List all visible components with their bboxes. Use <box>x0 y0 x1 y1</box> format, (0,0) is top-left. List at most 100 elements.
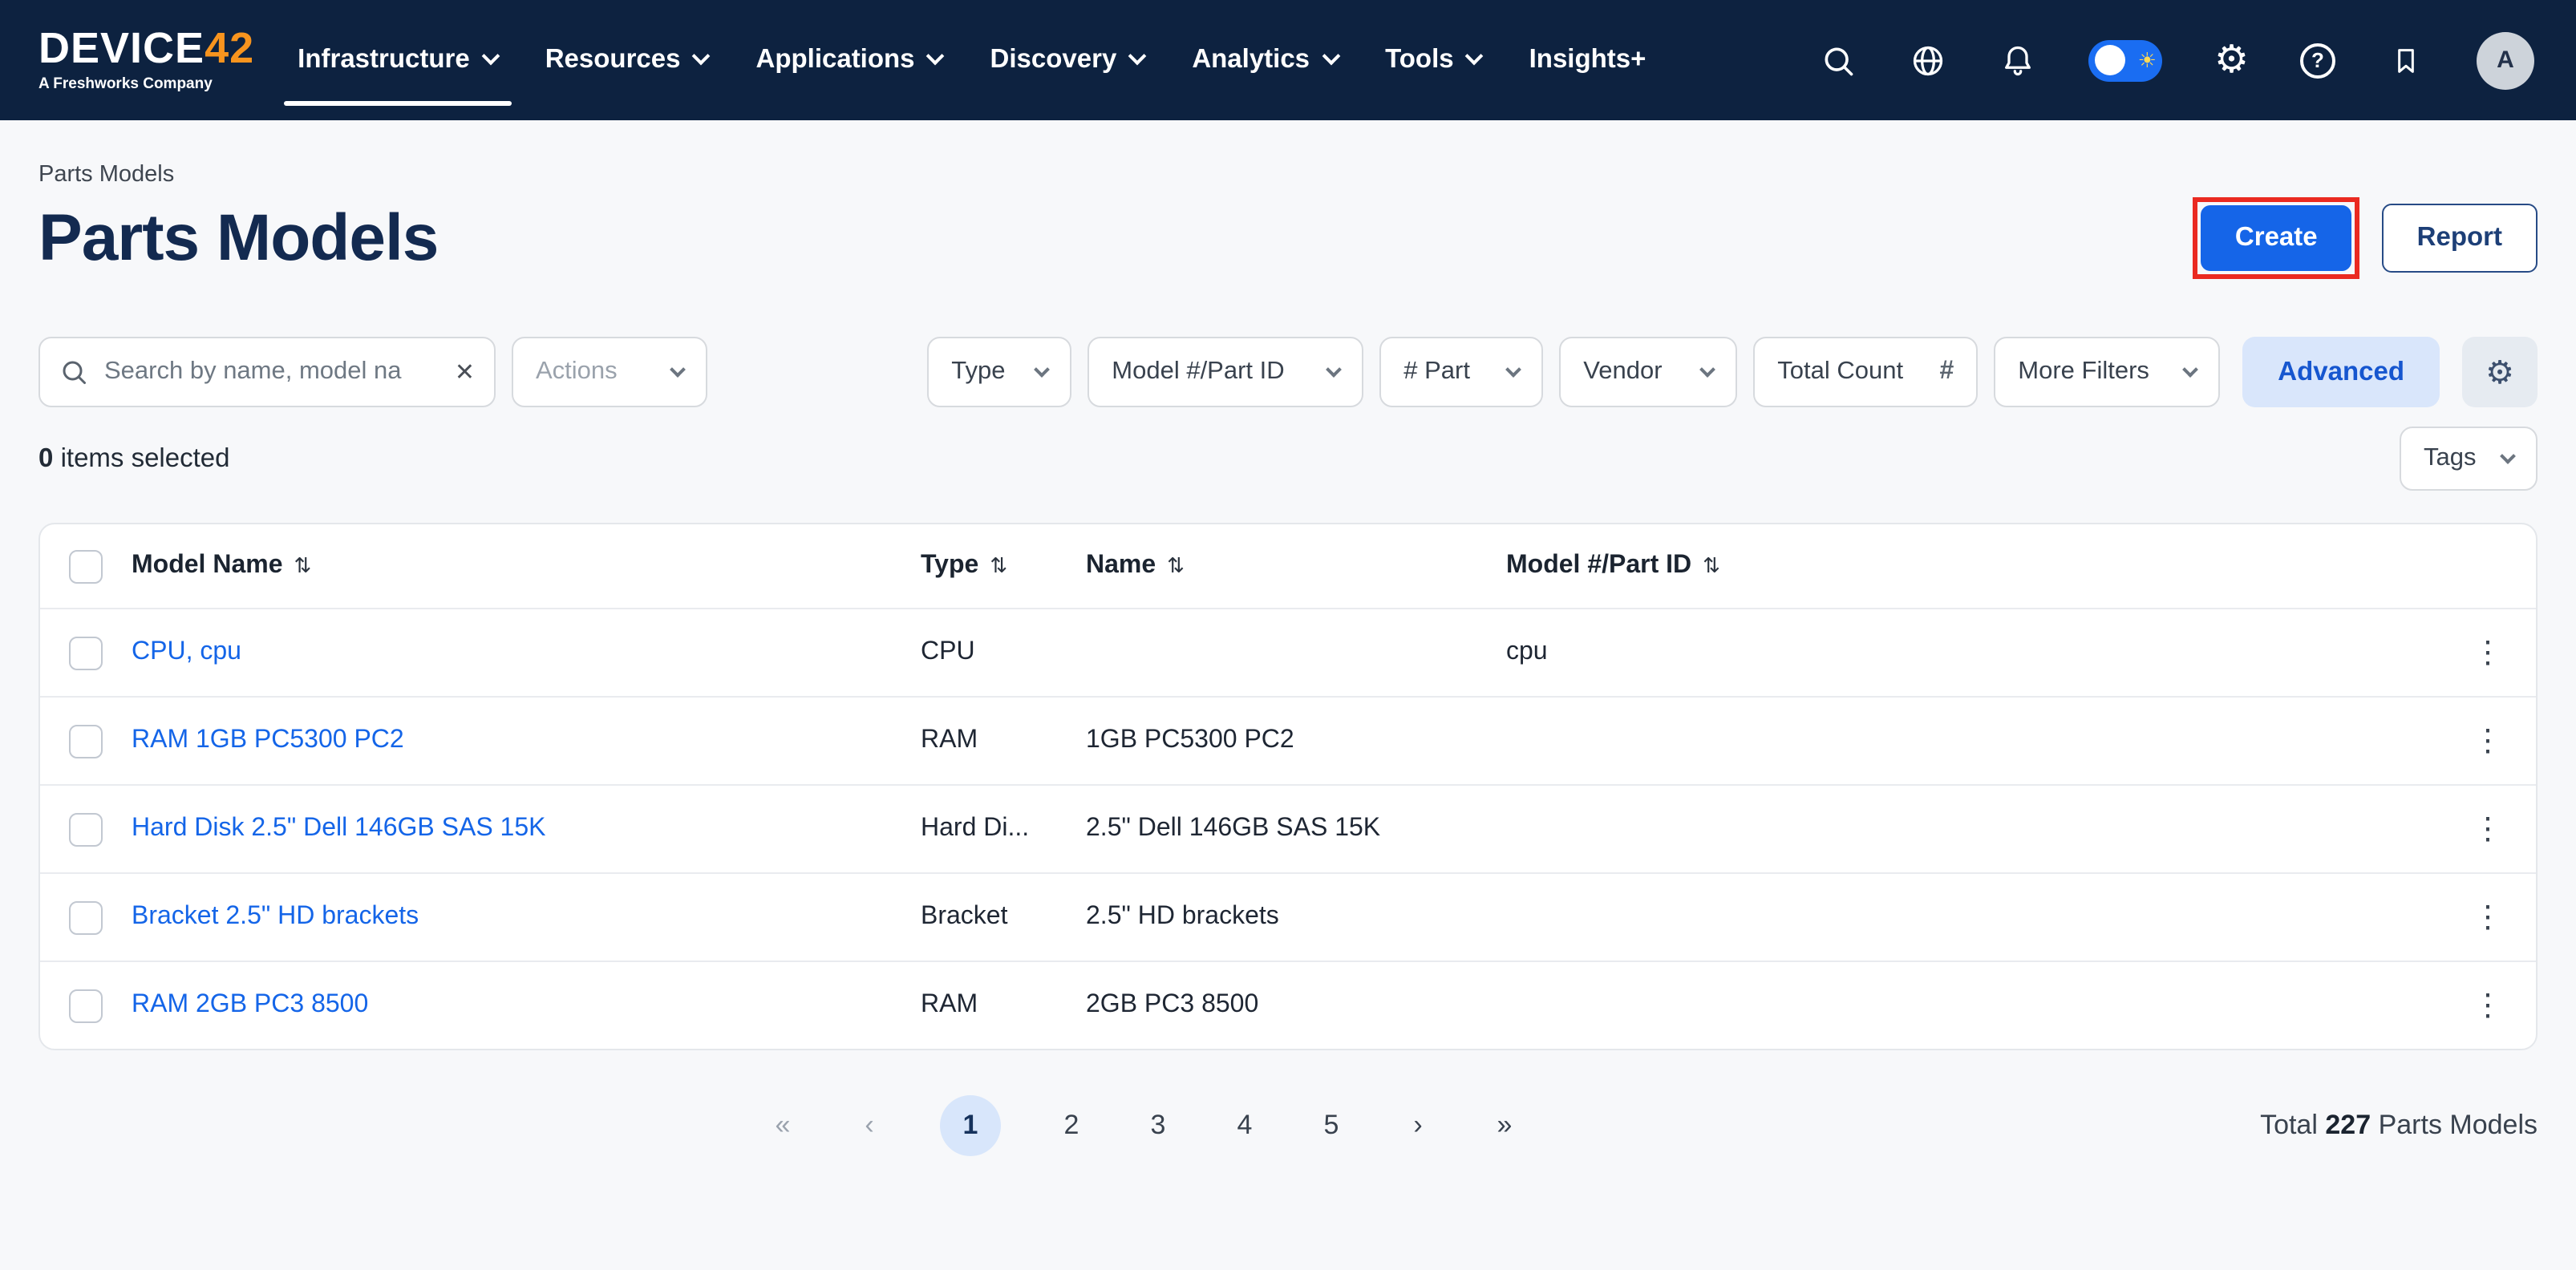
prev-page-button[interactable]: ‹ <box>853 1110 885 1142</box>
theme-toggle[interactable]: ☀ <box>2089 39 2163 81</box>
create-button[interactable]: Create <box>2201 205 2351 271</box>
globe-icon[interactable] <box>1910 41 1948 79</box>
search-input[interactable] <box>101 356 442 388</box>
table-row: RAM 2GB PC3 8500 RAM 2GB PC3 8500 ⋮ <box>40 961 2536 1049</box>
nav-label: Analytics <box>1192 45 1310 75</box>
nav-analytics[interactable]: Analytics <box>1168 0 1361 120</box>
actions-dropdown[interactable]: Actions <box>512 337 707 407</box>
pagination: « ‹ 1 2 3 4 5 › » <box>767 1095 1521 1156</box>
name-cell: 1GB PC5300 PC2 <box>1086 726 1506 755</box>
user-avatar[interactable]: A <box>2477 31 2534 89</box>
name-cell: 2.5" HD brackets <box>1086 903 1506 932</box>
total-count-text: Total 227 Parts Models <box>2260 1110 2538 1142</box>
page-2-button[interactable]: 2 <box>1055 1110 1088 1142</box>
model-name-link[interactable]: RAM 2GB PC3 8500 <box>132 991 921 1020</box>
report-button[interactable]: Report <box>2382 204 2538 273</box>
page-1-button[interactable]: 1 <box>940 1095 1001 1156</box>
chevron-down-icon <box>692 47 711 66</box>
main-nav: Infrastructure Resources Applications Di… <box>273 0 1670 120</box>
help-icon[interactable]: ? <box>2300 42 2335 78</box>
chevron-down-icon <box>1465 47 1484 66</box>
chevron-down-icon <box>670 362 686 378</box>
help-glyph: ? <box>2311 48 2324 72</box>
bookmark-icon[interactable] <box>2387 41 2425 79</box>
nav-label: Tools <box>1385 45 1454 75</box>
page-title: Parts Models <box>38 200 438 276</box>
main-content: Parts Models Parts Models Create Report … <box>0 162 2576 1163</box>
part-filter-dropdown[interactable]: # Part <box>1379 337 1543 407</box>
settings-gear-icon[interactable]: ⚙ <box>2214 41 2249 79</box>
row-checkbox[interactable] <box>69 989 103 1022</box>
title-row: Parts Models Create Report <box>38 197 2538 279</box>
type-cell: RAM <box>921 991 1086 1020</box>
nav-applications[interactable]: Applications <box>732 0 966 120</box>
page-3-button[interactable]: 3 <box>1142 1110 1174 1142</box>
header-actions: Create Report <box>2193 197 2538 279</box>
next-page-button[interactable]: › <box>1402 1110 1434 1142</box>
sort-icon: ⇅ <box>294 553 312 579</box>
search-icon[interactable] <box>1820 41 1858 79</box>
notification-bell-icon[interactable] <box>1999 41 2038 79</box>
table-settings-gear-button[interactable]: ⚙ <box>2462 337 2538 407</box>
breadcrumb[interactable]: Parts Models <box>38 162 174 188</box>
total-count-filter[interactable]: Total Count# <box>1753 337 1978 407</box>
row-checkbox[interactable] <box>69 724 103 758</box>
col-model-name[interactable]: Model Name⇅ <box>132 552 921 580</box>
dropdown-label: Actions <box>536 358 618 386</box>
advanced-button[interactable]: Advanced <box>2242 337 2440 407</box>
row-actions-kebab[interactable]: ⋮ <box>2440 811 2536 847</box>
col-model-part-id[interactable]: Model #/Part ID⇅ <box>1506 552 2440 580</box>
app: DEVICE42 A Freshworks Company Infrastruc… <box>0 0 2576 1270</box>
model-name-link[interactable]: RAM 1GB PC5300 PC2 <box>132 726 921 755</box>
top-nav: DEVICE42 A Freshworks Company Infrastruc… <box>0 0 2576 120</box>
row-actions-kebab[interactable]: ⋮ <box>2440 634 2536 671</box>
type-filter-dropdown[interactable]: Type <box>927 337 1071 407</box>
nav-tools[interactable]: Tools <box>1361 0 1505 120</box>
col-type[interactable]: Type⇅ <box>921 552 1086 580</box>
page-5-button[interactable]: 5 <box>1315 1110 1347 1142</box>
nav-infrastructure[interactable]: Infrastructure <box>273 0 521 120</box>
table-row: CPU, cpu CPU cpu ⋮ <box>40 608 2536 696</box>
toggle-knob <box>2096 45 2126 75</box>
chevron-down-icon <box>1034 362 1050 378</box>
row-checkbox[interactable] <box>69 636 103 669</box>
nav-discovery[interactable]: Discovery <box>966 0 1169 120</box>
nav-label: Insights+ <box>1529 45 1646 75</box>
nav-resources[interactable]: Resources <box>521 0 732 120</box>
parts-models-table: Model Name⇅ Type⇅ Name⇅ Model #/Part ID⇅… <box>38 523 2538 1050</box>
total-prefix: Total <box>2260 1110 2318 1140</box>
model-name-link[interactable]: CPU, cpu <box>132 638 921 667</box>
logo-42: 42 <box>205 25 254 73</box>
selected-label: items selected <box>61 443 230 472</box>
chevron-down-icon <box>2500 448 2516 464</box>
chevron-down-icon <box>1505 362 1521 378</box>
column-label: Model #/Part ID <box>1506 552 1691 580</box>
row-actions-kebab[interactable]: ⋮ <box>2440 722 2536 759</box>
nav-insights[interactable]: Insights+ <box>1505 0 1671 120</box>
col-name[interactable]: Name⇅ <box>1086 552 1506 580</box>
items-selected-text: 0 items selected <box>38 443 230 474</box>
select-all-checkbox[interactable] <box>69 549 103 583</box>
clear-search-icon[interactable]: ✕ <box>455 358 475 386</box>
search-icon <box>59 358 88 386</box>
model-name-link[interactable]: Hard Disk 2.5" Dell 146GB SAS 15K <box>132 815 921 843</box>
row-checkbox[interactable] <box>69 812 103 846</box>
top-nav-actions: ☀ ⚙ ? A <box>1820 31 2534 89</box>
dropdown-label: Tags <box>2424 444 2477 473</box>
table-footer: « ‹ 1 2 3 4 5 › » Total 227 Parts Models <box>38 1089 2538 1163</box>
device42-logo[interactable]: DEVICE42 A Freshworks Company <box>38 28 254 93</box>
first-page-button[interactable]: « <box>767 1110 799 1142</box>
tags-dropdown[interactable]: Tags <box>2400 427 2538 491</box>
row-actions-kebab[interactable]: ⋮ <box>2440 987 2536 1024</box>
model-name-link[interactable]: Bracket 2.5" HD brackets <box>132 903 921 932</box>
more-filters-dropdown[interactable]: More Filters <box>1994 337 2220 407</box>
dropdown-label: Type <box>951 358 1005 386</box>
type-cell: Bracket <box>921 903 1086 932</box>
model-part-id-filter-dropdown[interactable]: Model #/Part ID <box>1088 337 1363 407</box>
page-4-button[interactable]: 4 <box>1229 1110 1261 1142</box>
vendor-filter-dropdown[interactable]: Vendor <box>1559 337 1737 407</box>
sun-icon: ☀ <box>2138 50 2157 71</box>
row-checkbox[interactable] <box>69 900 103 934</box>
row-actions-kebab[interactable]: ⋮ <box>2440 899 2536 936</box>
last-page-button[interactable]: » <box>1488 1110 1521 1142</box>
